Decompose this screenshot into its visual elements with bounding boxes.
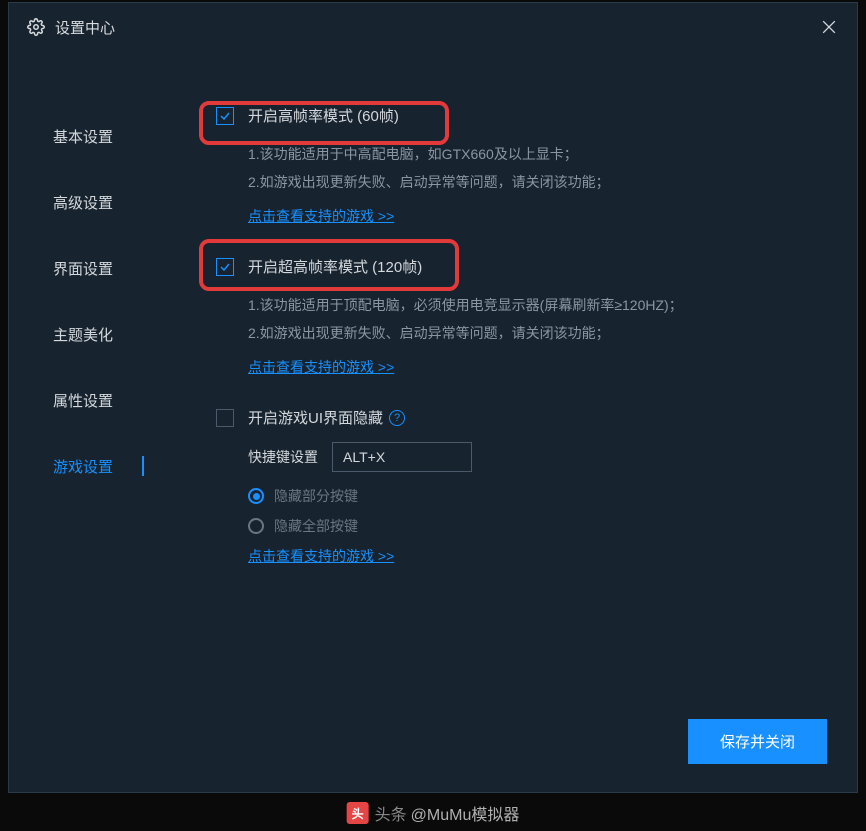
titlebar: 设置中心 [9,3,857,51]
checkbox-120fps[interactable] [216,258,234,276]
checkbox-label-120fps: 开启超高帧率模式 (120帧) [248,256,422,277]
sidebar-item-basic[interactable]: 基本设置 [9,103,144,169]
section-ui-hide: 开启游戏UI界面隐藏 ? 快捷键设置 隐藏部分按键 隐藏全部按键 点击查看支持的… [216,407,827,566]
radio-label-all: 隐藏全部按键 [274,516,358,536]
link-supported-games-3[interactable]: 点击查看支持的游戏 >> [248,546,394,566]
sidebar-item-game[interactable]: 游戏设置 [9,433,144,499]
section-high-fps: 开启高帧率模式 (60帧) 1.该功能适用于中高配电脑，如GTX660及以上显卡… [216,105,827,226]
radio-row-all[interactable]: 隐藏全部按键 [248,516,827,536]
radio-all [248,518,264,534]
checkbox-row-60fps: 开启高帧率模式 (60帧) [216,105,827,126]
link-supported-games-1[interactable]: 点击查看支持的游戏 >> [248,206,394,226]
check-icon [219,261,231,273]
desc-60fps-1: 1.该功能适用于中高配电脑，如GTX660及以上显卡； [248,140,827,168]
radio-label-partial: 隐藏部分按键 [274,486,358,506]
content-panel: 开启高帧率模式 (60帧) 1.该功能适用于中高配电脑，如GTX660及以上显卡… [144,51,857,792]
help-icon[interactable]: ? [389,410,405,426]
checkbox-row-120fps: 开启超高帧率模式 (120帧) [216,256,827,277]
radio-partial [248,488,264,504]
sidebar-item-advanced[interactable]: 高级设置 [9,169,144,235]
close-button[interactable] [819,17,839,37]
checkbox-60fps[interactable] [216,107,234,125]
sidebar-item-properties[interactable]: 属性设置 [9,367,144,433]
watermark-prefix: 头条 [375,801,407,825]
hotkey-label: 快捷键设置 [248,447,318,467]
sidebar-item-interface[interactable]: 界面设置 [9,235,144,301]
watermark-handle: @MuMu模拟器 [411,801,520,825]
sidebar: 基本设置 高级设置 界面设置 主题美化 属性设置 游戏设置 [9,51,144,792]
toutiao-icon: 头 [347,802,369,824]
checkbox-row-uihide: 开启游戏UI界面隐藏 ? [216,407,827,428]
radio-row-partial[interactable]: 隐藏部分按键 [248,486,827,506]
window-title: 设置中心 [55,17,115,38]
checkbox-uihide[interactable] [216,409,234,427]
link-supported-games-2[interactable]: 点击查看支持的游戏 >> [248,357,394,377]
desc-120fps-2: 2.如游戏出现更新失败、启动异常等问题，请关闭该功能； [248,319,827,347]
gear-icon [27,18,45,36]
hotkey-input[interactable] [332,442,472,472]
desc-120fps-1: 1.该功能适用于顶配电脑，必须使用电竞显示器(屏幕刷新率≥120HZ)； [248,291,827,319]
window-body: 基本设置 高级设置 界面设置 主题美化 属性设置 游戏设置 开启高帧率模式 (6… [9,51,857,792]
check-icon [219,110,231,122]
watermark: 头 头条 @MuMu模拟器 [347,801,520,825]
section-ultra-fps: 开启超高帧率模式 (120帧) 1.该功能适用于顶配电脑，必须使用电竞显示器(屏… [216,256,827,377]
checkbox-label-60fps: 开启高帧率模式 (60帧) [248,105,399,126]
desc-60fps-2: 2.如游戏出现更新失败、启动异常等问题，请关闭该功能； [248,168,827,196]
sidebar-item-theme[interactable]: 主题美化 [9,301,144,367]
checkbox-label-uihide: 开启游戏UI界面隐藏 [248,407,383,428]
save-close-button[interactable]: 保存并关闭 [688,719,827,764]
settings-window: 设置中心 基本设置 高级设置 界面设置 主题美化 属性设置 游戏设置 开启高帧率… [8,2,858,793]
hotkey-row: 快捷键设置 [248,442,827,472]
